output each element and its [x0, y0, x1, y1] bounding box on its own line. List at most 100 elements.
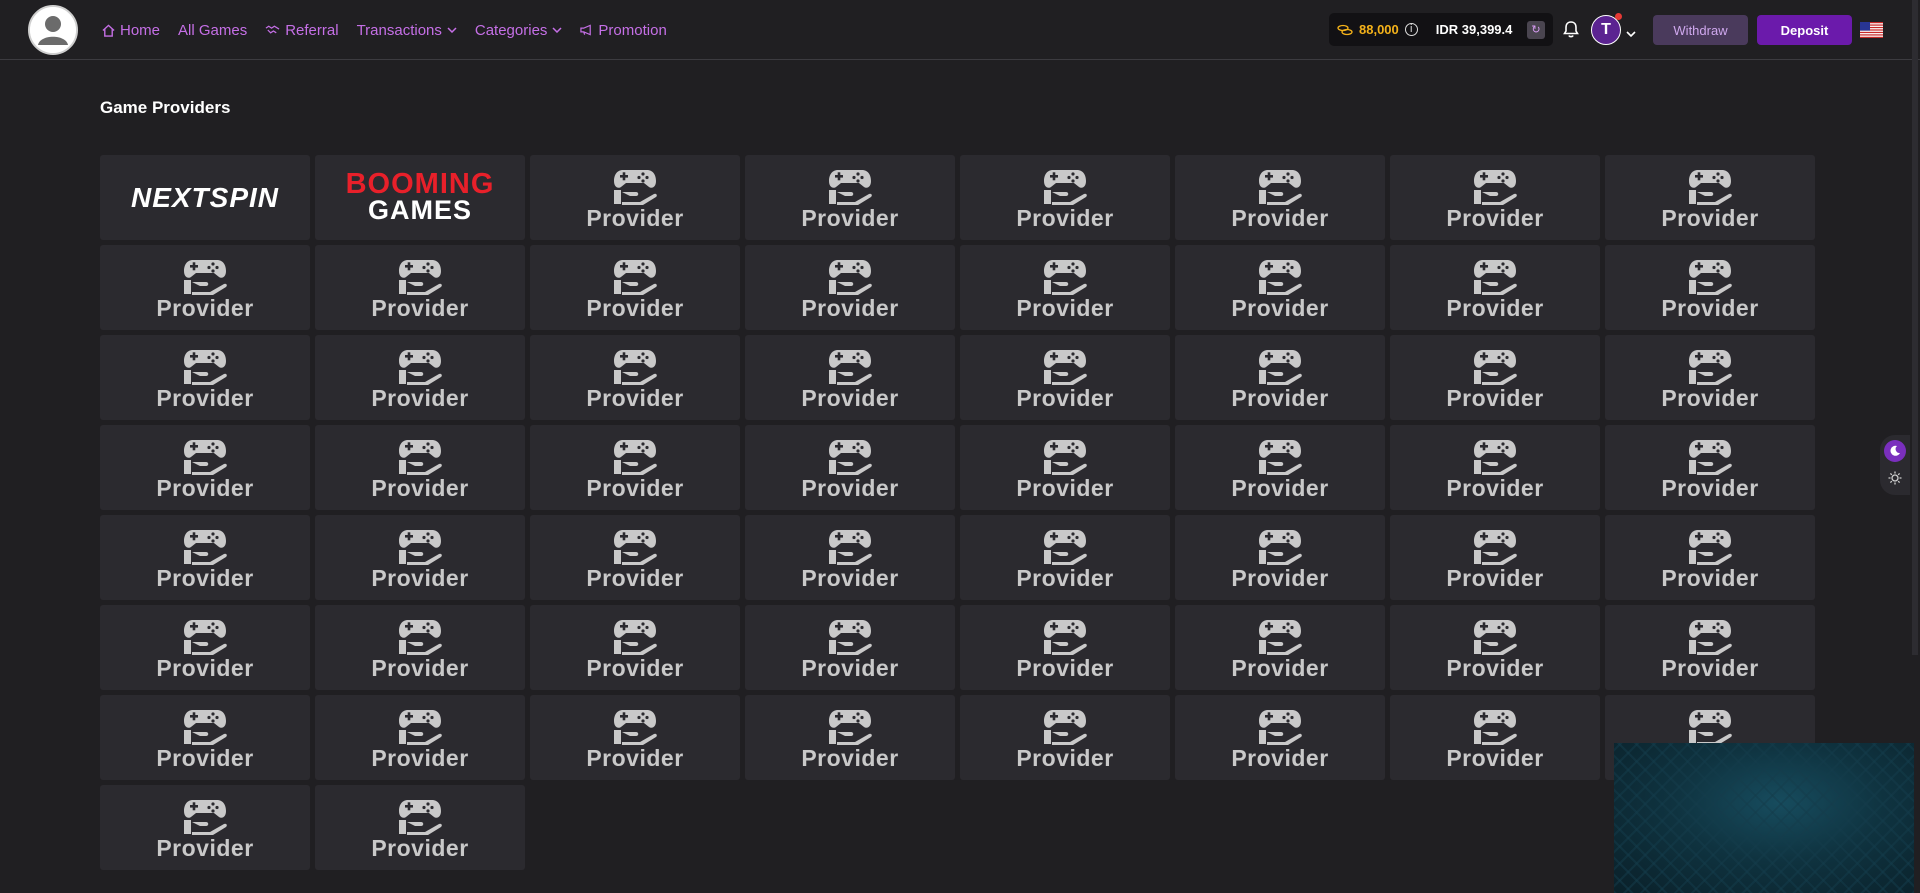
sun-icon[interactable]: [1888, 471, 1902, 490]
provider-card[interactable]: Provider: [530, 425, 740, 510]
provider-card[interactable]: Provider: [960, 425, 1170, 510]
provider-card[interactable]: Provider: [100, 245, 310, 330]
gamepad-hand-icon: [399, 529, 442, 565]
profile-avatar-icon[interactable]: [28, 5, 78, 55]
provider-card[interactable]: Provider: [1390, 335, 1600, 420]
provider-card[interactable]: Provider: [745, 335, 955, 420]
provider-card[interactable]: Provider: [745, 425, 955, 510]
provider-card[interactable]: Provider: [745, 515, 955, 600]
provider-card[interactable]: Provider: [530, 515, 740, 600]
provider-card[interactable]: Provider: [100, 335, 310, 420]
provider-card[interactable]: Provider: [960, 155, 1170, 240]
provider-card[interactable]: Provider: [315, 515, 525, 600]
gamepad-hand-icon: [1259, 349, 1302, 385]
provider-card[interactable]: Provider: [315, 695, 525, 780]
provider-card[interactable]: Provider: [100, 425, 310, 510]
provider-card[interactable]: Provider: [960, 695, 1170, 780]
notification-bell-icon[interactable]: [1563, 20, 1579, 43]
us-flag-icon[interactable]: [1860, 22, 1883, 38]
provider-label: Provider: [1016, 474, 1114, 501]
provider-card[interactable]: Provider: [315, 425, 525, 510]
gamepad-hand-icon: [399, 259, 442, 295]
provider-label: Provider: [1661, 564, 1759, 591]
provider-card[interactable]: Provider: [1390, 245, 1600, 330]
provider-card[interactable]: Provider: [1390, 155, 1600, 240]
provider-card[interactable]: Provider: [1175, 695, 1385, 780]
provider-label: Provider: [586, 654, 684, 681]
provider-card[interactable]: Provider: [315, 605, 525, 690]
chevron-down-icon[interactable]: [1626, 25, 1636, 43]
deposit-button[interactable]: Deposit: [1757, 15, 1852, 45]
provider-card[interactable]: Provider: [960, 515, 1170, 600]
notification-dot: [1615, 13, 1622, 20]
nav-categories[interactable]: Categories: [475, 22, 563, 39]
provider-card[interactable]: Provider: [960, 245, 1170, 330]
provider-card[interactable]: Provider: [100, 785, 310, 870]
provider-label: Provider: [1016, 564, 1114, 591]
moon-icon[interactable]: [1884, 439, 1906, 462]
provider-card[interactable]: Provider: [745, 695, 955, 780]
provider-card[interactable]: Provider: [1605, 425, 1815, 510]
provider-card[interactable]: Provider: [530, 605, 740, 690]
nav-all-games-label: All Games: [178, 21, 248, 39]
provider-card[interactable]: Provider: [100, 695, 310, 780]
nav-referral[interactable]: Referral: [265, 22, 339, 39]
megaphone-icon: [580, 24, 592, 36]
provider-label: Provider: [156, 294, 254, 321]
provider-card[interactable]: Provider: [530, 155, 740, 240]
gamepad-hand-icon: [1259, 259, 1302, 295]
provider-card[interactable]: Provider: [100, 605, 310, 690]
provider-card[interactable]: Provider: [1390, 515, 1600, 600]
idr-balance: IDR 39,399.4: [1435, 22, 1513, 37]
nav-all-games[interactable]: All Games: [178, 22, 247, 39]
provider-card[interactable]: Provider: [315, 335, 525, 420]
gamepad-hand-icon: [1044, 349, 1087, 385]
provider-card[interactable]: Provider: [1605, 605, 1815, 690]
provider-label: Provider: [1446, 474, 1544, 501]
provider-card[interactable]: Provider: [1175, 335, 1385, 420]
provider-card[interactable]: Provider: [530, 335, 740, 420]
gamepad-hand-icon: [1259, 709, 1302, 745]
provider-card[interactable]: Provider: [1390, 605, 1600, 690]
top-bar: Home All Games Referral Transactions Cat…: [0, 0, 1920, 60]
provider-card[interactable]: Provider: [315, 785, 525, 870]
provider-card[interactable]: Provider: [960, 335, 1170, 420]
provider-card[interactable]: Provider: [530, 695, 740, 780]
provider-card[interactable]: Provider: [745, 245, 955, 330]
provider-label: Provider: [1446, 654, 1544, 681]
provider-card[interactable]: Provider: [530, 245, 740, 330]
refresh-balance-icon[interactable]: ↻: [1527, 20, 1545, 39]
provider-card[interactable]: Provider: [1605, 335, 1815, 420]
provider-card[interactable]: Provider: [100, 515, 310, 600]
provider-card[interactable]: Provider: [1175, 155, 1385, 240]
nav-promotion[interactable]: Promotion: [580, 22, 667, 39]
provider-card[interactable]: Provider: [1390, 695, 1600, 780]
provider-card[interactable]: Provider: [1390, 425, 1600, 510]
info-icon[interactable]: i: [1404, 23, 1418, 36]
provider-card[interactable]: Provider: [1605, 515, 1815, 600]
provider-card[interactable]: Provider: [1605, 155, 1815, 240]
provider-card[interactable]: Provider: [745, 155, 955, 240]
provider-card[interactable]: Provider: [1175, 515, 1385, 600]
provider-card[interactable]: Provider: [960, 605, 1170, 690]
provider-card[interactable]: Provider: [1605, 245, 1815, 330]
withdraw-button[interactable]: Withdraw: [1653, 15, 1748, 45]
page-title: Game Providers: [100, 98, 231, 117]
provider-card[interactable]: Provider: [315, 245, 525, 330]
scrollbar[interactable]: [1912, 0, 1918, 655]
provider-card[interactable]: Provider: [1175, 245, 1385, 330]
provider-card-booming-games[interactable]: BOOMING GAMES: [315, 155, 525, 240]
provider-card[interactable]: Provider: [1175, 605, 1385, 690]
provider-label: Provider: [371, 654, 469, 681]
video-overlay[interactable]: [1614, 743, 1914, 893]
nav-transactions[interactable]: Transactions: [357, 22, 457, 39]
nav-transactions-label: Transactions: [356, 21, 442, 39]
provider-card[interactable]: Provider: [745, 605, 955, 690]
nav-home[interactable]: Home: [102, 22, 160, 39]
user-initial: T: [1601, 21, 1611, 38]
gamepad-hand-icon: [614, 709, 657, 745]
provider-label: Provider: [1446, 564, 1544, 591]
provider-card-nextspin[interactable]: NEXTSPIN: [100, 155, 310, 240]
booming-games-logo: BOOMING GAMES: [345, 167, 495, 226]
provider-card[interactable]: Provider: [1175, 425, 1385, 510]
